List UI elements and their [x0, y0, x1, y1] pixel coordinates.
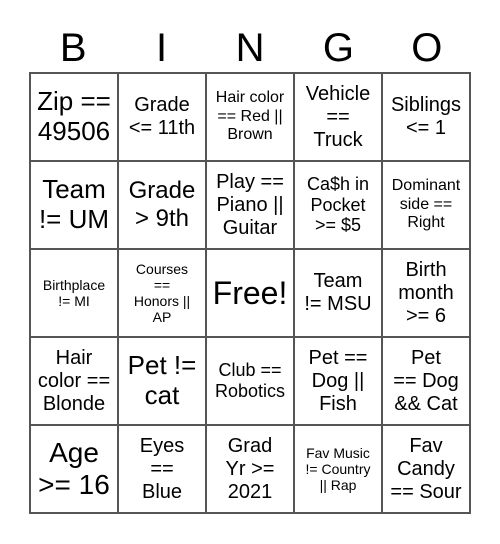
header-letter: B [59, 26, 87, 70]
bingo-cell[interactable]: Siblings <= 1 [382, 73, 470, 161]
bingo-cell[interactable]: Zip == 49506 [30, 73, 118, 161]
bingo-cell[interactable]: Vehicle == Truck [294, 73, 382, 161]
bingo-cell[interactable]: Eyes == Blue [118, 425, 206, 513]
bingo-cell[interactable]: Hair color == Red || Brown [206, 73, 294, 161]
bingo-cell[interactable]: Pet == Dog && Cat [382, 337, 470, 425]
header-letter: N [235, 26, 265, 70]
bingo-cell[interactable]: Pet != cat [118, 337, 206, 425]
free-cell[interactable]: Free! [206, 249, 294, 337]
bingo-cell[interactable]: Birth month >= 6 [382, 249, 470, 337]
bingo-cell[interactable]: Ca$h in Pocket >= $5 [294, 161, 382, 249]
header-letter: G [322, 26, 354, 70]
bingo-cell[interactable]: Fav Candy == Sour [382, 425, 470, 513]
bingo-cell[interactable]: Pet == Dog || Fish [294, 337, 382, 425]
bingo-cell[interactable]: Dominant side == Right [382, 161, 470, 249]
bingo-cell[interactable]: Courses == Honors || AP [118, 249, 206, 337]
header-letter: I [156, 26, 168, 70]
bingo-header: B I N G O [29, 22, 471, 74]
bingo-grid: Zip == 49506 Grade <= 11th Hair color ==… [29, 72, 471, 514]
bingo-cell[interactable]: Team != UM [30, 161, 118, 249]
bingo-cell[interactable]: Grade > 9th [118, 161, 206, 249]
bingo-cell[interactable]: Play == Piano || Guitar [206, 161, 294, 249]
bingo-cell[interactable]: Club == Robotics [206, 337, 294, 425]
bingo-cell[interactable]: Grade <= 11th [118, 73, 206, 161]
header-letter: O [411, 26, 443, 70]
bingo-cell[interactable]: Birthplace != MI [30, 249, 118, 337]
bingo-cell[interactable]: Hair color == Blonde [30, 337, 118, 425]
bingo-cell[interactable]: Age >= 16 [30, 425, 118, 513]
bingo-cell[interactable]: Team != MSU [294, 249, 382, 337]
bingo-cell[interactable]: Grad Yr >= 2021 [206, 425, 294, 513]
bingo-cell[interactable]: Fav Music != Country || Rap [294, 425, 382, 513]
